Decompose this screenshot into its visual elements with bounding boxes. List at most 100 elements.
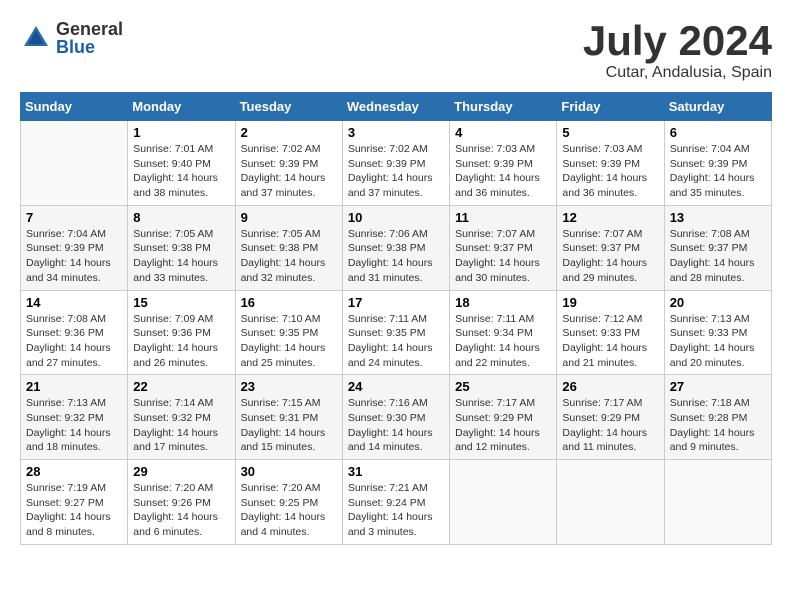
calendar-day-cell: 2 Sunrise: 7:02 AM Sunset: 9:39 PM Daylig… — [235, 121, 342, 206]
calendar-week-row: 14 Sunrise: 7:08 AM Sunset: 9:36 PM Dayli… — [21, 290, 772, 375]
day-info: Sunrise: 7:11 AM Sunset: 9:34 PM Dayligh… — [455, 312, 551, 371]
calendar-header: SundayMondayTuesdayWednesdayThursdayFrid… — [21, 93, 772, 121]
day-number: 4 — [455, 125, 551, 140]
day-number: 14 — [26, 295, 122, 310]
calendar-day-cell: 8 Sunrise: 7:05 AM Sunset: 9:38 PM Daylig… — [128, 205, 235, 290]
days-row: SundayMondayTuesdayWednesdayThursdayFrid… — [21, 93, 772, 121]
calendar-day-cell: 19 Sunrise: 7:12 AM Sunset: 9:33 PM Dayli… — [557, 290, 664, 375]
day-number: 25 — [455, 379, 551, 394]
day-number: 18 — [455, 295, 551, 310]
day-number: 20 — [670, 295, 766, 310]
calendar-day-cell: 4 Sunrise: 7:03 AM Sunset: 9:39 PM Daylig… — [450, 121, 557, 206]
calendar-table: SundayMondayTuesdayWednesdayThursdayFrid… — [20, 92, 772, 545]
calendar-day-cell: 15 Sunrise: 7:09 AM Sunset: 9:36 PM Dayli… — [128, 290, 235, 375]
calendar-body: 1 Sunrise: 7:01 AM Sunset: 9:40 PM Daylig… — [21, 121, 772, 545]
logo-text: General Blue — [56, 20, 123, 56]
calendar-day-cell: 30Sunrise: 7:20 AM Sunset: 9:25 PM Dayli… — [235, 460, 342, 545]
day-number: 26 — [562, 379, 658, 394]
calendar-day-cell: 27 Sunrise: 7:18 AM Sunset: 9:28 PM Dayli… — [664, 375, 771, 460]
day-info: Sunrise: 7:20 AM Sunset: 9:26 PM Dayligh… — [133, 481, 229, 540]
day-info: Sunrise: 7:21 AM Sunset: 9:24 PM Dayligh… — [348, 481, 444, 540]
day-number: 11 — [455, 210, 551, 225]
calendar-week-row: 1 Sunrise: 7:01 AM Sunset: 9:40 PM Daylig… — [21, 121, 772, 206]
day-number: 2 — [241, 125, 337, 140]
day-info: Sunrise: 7:06 AM Sunset: 9:38 PM Dayligh… — [348, 227, 444, 286]
day-info: Sunrise: 7:16 AM Sunset: 9:30 PM Dayligh… — [348, 396, 444, 455]
header-wednesday: Wednesday — [342, 93, 449, 121]
header-monday: Monday — [128, 93, 235, 121]
calendar-day-cell: 21 Sunrise: 7:13 AM Sunset: 9:32 PM Dayli… — [21, 375, 128, 460]
day-info: Sunrise: 7:18 AM Sunset: 9:28 PM Dayligh… — [670, 396, 766, 455]
header-thursday: Thursday — [450, 93, 557, 121]
title-block: July 2024 Cutar, Andalusia, Spain — [583, 20, 772, 82]
day-info: Sunrise: 7:19 AM Sunset: 9:27 PM Dayligh… — [26, 481, 122, 540]
day-number: 28 — [26, 464, 122, 479]
day-number: 27 — [670, 379, 766, 394]
day-number: 7 — [26, 210, 122, 225]
calendar-day-cell: 25 Sunrise: 7:17 AM Sunset: 9:29 PM Dayli… — [450, 375, 557, 460]
calendar-week-row: 28 Sunrise: 7:19 AM Sunset: 9:27 PM Dayli… — [21, 460, 772, 545]
day-number: 3 — [348, 125, 444, 140]
day-info: Sunrise: 7:02 AM Sunset: 9:39 PM Dayligh… — [241, 142, 337, 201]
calendar-day-cell: 17Sunrise: 7:11 AM Sunset: 9:35 PM Dayli… — [342, 290, 449, 375]
day-number: 6 — [670, 125, 766, 140]
calendar-day-cell: 13Sunrise: 7:08 AM Sunset: 9:37 PM Dayli… — [664, 205, 771, 290]
day-info: Sunrise: 7:15 AM Sunset: 9:31 PM Dayligh… — [241, 396, 337, 455]
day-info: Sunrise: 7:11 AM Sunset: 9:35 PM Dayligh… — [348, 312, 444, 371]
calendar-day-cell: 16Sunrise: 7:10 AM Sunset: 9:35 PM Dayli… — [235, 290, 342, 375]
header-tuesday: Tuesday — [235, 93, 342, 121]
calendar-day-cell: 23 Sunrise: 7:15 AM Sunset: 9:31 PM Dayli… — [235, 375, 342, 460]
day-info: Sunrise: 7:20 AM Sunset: 9:25 PM Dayligh… — [241, 481, 337, 540]
day-info: Sunrise: 7:05 AM Sunset: 9:38 PM Dayligh… — [133, 227, 229, 286]
day-info: Sunrise: 7:09 AM Sunset: 9:36 PM Dayligh… — [133, 312, 229, 371]
day-number: 31 — [348, 464, 444, 479]
calendar-day-cell: 1 Sunrise: 7:01 AM Sunset: 9:40 PM Daylig… — [128, 121, 235, 206]
calendar-day-cell — [450, 460, 557, 545]
calendar-day-cell: 6Sunrise: 7:04 AM Sunset: 9:39 PM Daylig… — [664, 121, 771, 206]
calendar-day-cell: 28 Sunrise: 7:19 AM Sunset: 9:27 PM Dayli… — [21, 460, 128, 545]
day-number: 23 — [241, 379, 337, 394]
calendar-day-cell: 20Sunrise: 7:13 AM Sunset: 9:33 PM Dayli… — [664, 290, 771, 375]
calendar-day-cell: 10 Sunrise: 7:06 AM Sunset: 9:38 PM Dayli… — [342, 205, 449, 290]
day-number: 16 — [241, 295, 337, 310]
calendar-day-cell: 31 Sunrise: 7:21 AM Sunset: 9:24 PM Dayli… — [342, 460, 449, 545]
header-saturday: Saturday — [664, 93, 771, 121]
day-info: Sunrise: 7:02 AM Sunset: 9:39 PM Dayligh… — [348, 142, 444, 201]
logo-general: General — [56, 20, 123, 38]
day-info: Sunrise: 7:13 AM Sunset: 9:32 PM Dayligh… — [26, 396, 122, 455]
day-number: 19 — [562, 295, 658, 310]
calendar-day-cell — [557, 460, 664, 545]
day-info: Sunrise: 7:07 AM Sunset: 9:37 PM Dayligh… — [562, 227, 658, 286]
day-info: Sunrise: 7:01 AM Sunset: 9:40 PM Dayligh… — [133, 142, 229, 201]
day-number: 21 — [26, 379, 122, 394]
calendar-day-cell — [664, 460, 771, 545]
day-number: 12 — [562, 210, 658, 225]
calendar-week-row: 7 Sunrise: 7:04 AM Sunset: 9:39 PM Daylig… — [21, 205, 772, 290]
day-number: 9 — [241, 210, 337, 225]
page-header: General Blue July 2024 Cutar, Andalusia,… — [20, 20, 772, 82]
day-info: Sunrise: 7:17 AM Sunset: 9:29 PM Dayligh… — [455, 396, 551, 455]
day-info: Sunrise: 7:04 AM Sunset: 9:39 PM Dayligh… — [26, 227, 122, 286]
logo-icon — [20, 22, 52, 54]
day-number: 1 — [133, 125, 229, 140]
day-number: 13 — [670, 210, 766, 225]
day-number: 8 — [133, 210, 229, 225]
day-number: 10 — [348, 210, 444, 225]
day-info: Sunrise: 7:08 AM Sunset: 9:36 PM Dayligh… — [26, 312, 122, 371]
logo-blue: Blue — [56, 38, 123, 56]
day-info: Sunrise: 7:12 AM Sunset: 9:33 PM Dayligh… — [562, 312, 658, 371]
calendar-day-cell: 29 Sunrise: 7:20 AM Sunset: 9:26 PM Dayli… — [128, 460, 235, 545]
calendar-day-cell: 11 Sunrise: 7:07 AM Sunset: 9:37 PM Dayli… — [450, 205, 557, 290]
header-friday: Friday — [557, 93, 664, 121]
day-info: Sunrise: 7:07 AM Sunset: 9:37 PM Dayligh… — [455, 227, 551, 286]
calendar-day-cell: 22Sunrise: 7:14 AM Sunset: 9:32 PM Dayli… — [128, 375, 235, 460]
calendar-day-cell: 12 Sunrise: 7:07 AM Sunset: 9:37 PM Dayli… — [557, 205, 664, 290]
day-number: 29 — [133, 464, 229, 479]
day-info: Sunrise: 7:05 AM Sunset: 9:38 PM Dayligh… — [241, 227, 337, 286]
day-number: 15 — [133, 295, 229, 310]
day-info: Sunrise: 7:03 AM Sunset: 9:39 PM Dayligh… — [455, 142, 551, 201]
logo: General Blue — [20, 20, 123, 56]
calendar-week-row: 21 Sunrise: 7:13 AM Sunset: 9:32 PM Dayli… — [21, 375, 772, 460]
calendar-day-cell: 26Sunrise: 7:17 AM Sunset: 9:29 PM Dayli… — [557, 375, 664, 460]
day-number: 5 — [562, 125, 658, 140]
